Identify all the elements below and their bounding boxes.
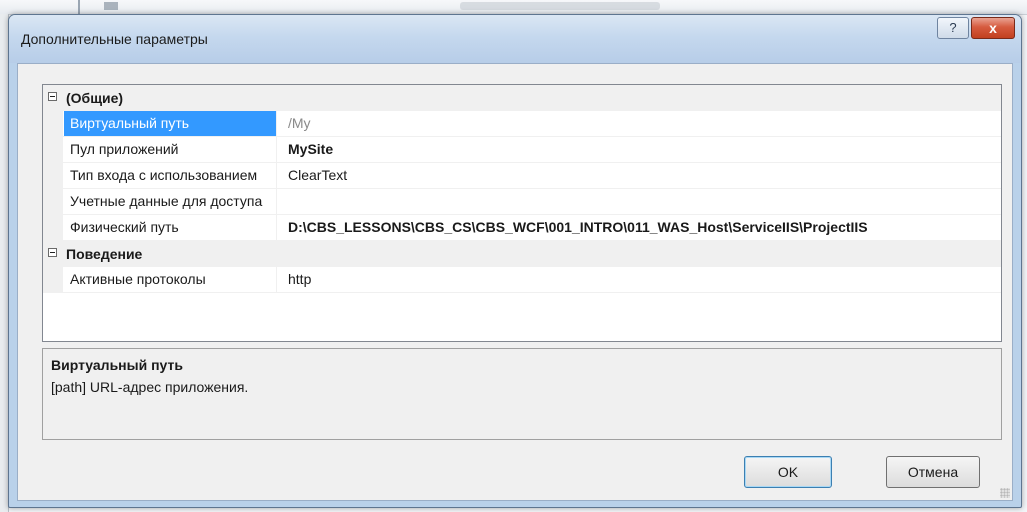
background-blurred-title (460, 2, 660, 10)
property-name[interactable]: Пул приложений (64, 137, 277, 162)
ok-button[interactable]: OK (744, 456, 832, 488)
property-name[interactable]: Тип входа с использованием (64, 163, 277, 188)
advanced-settings-dialog: Дополнительные параметры ? x (Общие) Вир… (8, 14, 1022, 508)
category-label: Поведение (66, 246, 143, 262)
property-name[interactable]: Виртуальный путь (64, 111, 277, 136)
property-row-virtual-path[interactable]: Виртуальный путь /My (43, 111, 1001, 137)
property-value[interactable]: http (278, 267, 998, 292)
property-grid[interactable]: (Общие) Виртуальный путь /My Пул приложе… (42, 84, 1002, 342)
title-bar[interactable]: Дополнительные параметры ? x (9, 15, 1021, 63)
collapse-toggle-icon[interactable] (48, 92, 57, 101)
property-row-physical-path[interactable]: Физический путь D:\CBS_LESSONS\CBS_CS\CB… (43, 215, 1001, 241)
help-button[interactable]: ? (937, 17, 969, 39)
background-divider (78, 0, 80, 14)
row-gutter (43, 267, 63, 293)
property-name[interactable]: Учетные данные для доступа (64, 189, 277, 214)
close-button[interactable]: x (971, 17, 1015, 39)
collapse-toggle-icon[interactable] (48, 248, 57, 257)
row-gutter (43, 163, 63, 189)
property-row-credentials[interactable]: Учетные данные для доступа (43, 189, 1001, 215)
property-row-enabled-protocols[interactable]: Активные протоколы http (43, 267, 1001, 293)
row-gutter (43, 137, 63, 163)
description-panel: Виртуальный путь [path] URL-адрес прилож… (42, 348, 1002, 440)
category-general-row[interactable]: (Общие) (43, 85, 1001, 111)
description-title: Виртуальный путь (51, 357, 183, 373)
row-gutter (43, 215, 63, 241)
row-gutter (43, 111, 63, 137)
dialog-title: Дополнительные параметры (21, 31, 208, 47)
property-row-logon-type[interactable]: Тип входа с использованием ClearText (43, 163, 1001, 189)
property-name[interactable]: Активные протоколы (64, 267, 277, 292)
background-window-strip (0, 0, 1027, 15)
property-value[interactable]: ClearText (278, 163, 998, 188)
dialog-client-area: (Общие) Виртуальный путь /My Пул приложе… (17, 63, 1013, 501)
cancel-button[interactable]: Отмена (886, 456, 980, 488)
category-behavior-row[interactable]: Поведение (43, 241, 1001, 267)
property-value[interactable] (278, 189, 998, 214)
property-value[interactable]: D:\CBS_LESSONS\CBS_CS\CBS_WCF\001_INTRO\… (278, 215, 998, 240)
property-value[interactable]: MySite (278, 137, 998, 162)
property-value[interactable]: /My (278, 111, 998, 136)
description-text: [path] URL-адрес приложения. (51, 379, 249, 395)
resize-grip-icon[interactable] (1000, 488, 1010, 498)
property-name[interactable]: Физический путь (64, 215, 277, 240)
category-label: (Общие) (66, 90, 124, 106)
property-row-app-pool[interactable]: Пул приложений MySite (43, 137, 1001, 163)
background-toolbar-icon (104, 2, 118, 10)
row-gutter (43, 189, 63, 215)
